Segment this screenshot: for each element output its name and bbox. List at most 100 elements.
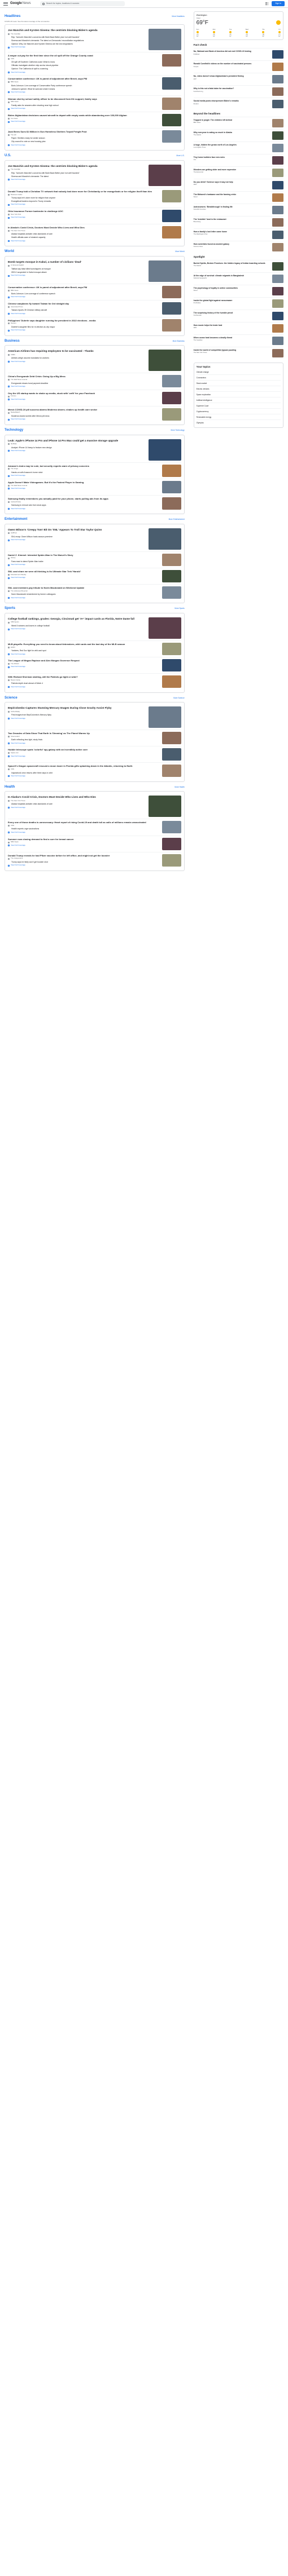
- source-name[interactable]: The New York Times: [11, 799, 25, 802]
- story-thumbnail[interactable]: [162, 54, 181, 67]
- logo[interactable]: GoogleNews: [10, 2, 31, 6]
- story-thumbnail[interactable]: [162, 391, 181, 404]
- story-headline[interactable]: In Alaska's Covid Crisis, Doctors Must D…: [8, 796, 145, 799]
- sidebar-thumbnail[interactable]: [272, 230, 283, 239]
- menu-icon[interactable]: [3, 2, 8, 6]
- source-name[interactable]: Variety: [11, 556, 16, 559]
- more-link[interactable]: More Technology: [171, 429, 184, 431]
- source-name[interactable]: The Wall Street Journal: [11, 378, 27, 381]
- sidebar-story[interactable]: The 'invisible' fund in the restaurant Bl…: [193, 215, 283, 228]
- story-headline[interactable]: Chinese warplanes fly toward Taiwan for …: [8, 302, 159, 305]
- related-story[interactable]: Sinema and Manchin's demands: The latest: [11, 175, 145, 178]
- full-coverage-link[interactable]: View Full Coverage: [8, 398, 159, 401]
- sidebar-story[interactable]: At the edge of survival: climate migrant…: [193, 272, 283, 285]
- full-coverage-link[interactable]: View Full Coverage: [8, 385, 159, 388]
- full-coverage-link[interactable]: View Full Coverage: [8, 628, 145, 630]
- story-thumbnail[interactable]: [162, 189, 181, 202]
- section-title[interactable]: World: [5, 250, 14, 254]
- sidebar-story[interactable]: The psychology of loyalty in online comm…: [193, 284, 283, 297]
- sidebar-thumbnail[interactable]: [272, 193, 283, 202]
- topic-item[interactable]: Olympics: [196, 419, 281, 425]
- source-name[interactable]: The Wall Street Journal: [11, 484, 27, 487]
- story[interactable]: Samsung finally remembers you actually p…: [8, 494, 181, 511]
- story-headline[interactable]: Hubble telescope spots 'colorful' spy ga…: [8, 748, 159, 751]
- story-thumbnail[interactable]: [162, 732, 181, 745]
- story-thumbnail[interactable]: [162, 821, 181, 834]
- story-thumbnail[interactable]: [162, 114, 181, 127]
- section-title[interactable]: Technology: [5, 428, 23, 433]
- source-name[interactable]: 9to5Mac: [11, 443, 17, 445]
- related-story[interactable]: Opinion: Why Joe Manchin and Kyrsten Sin…: [11, 43, 145, 45]
- story-headline[interactable]: Joe Manchin and Kyrsten Sinema: the cent…: [8, 29, 145, 32]
- search-input[interactable]: Search for topics, locations & sources: [40, 1, 125, 6]
- related-story[interactable]: Week 5 winners and losers in college foo…: [11, 625, 145, 627]
- sidebar-story[interactable]: Ronald Comfield's videos on the number o…: [193, 60, 283, 73]
- topic-item[interactable]: Artificial intelligence: [196, 397, 281, 403]
- related-story[interactable]: Analyst: iPhone 14 lineup to feature new…: [11, 447, 145, 449]
- full-coverage-link[interactable]: View Full Coverage: [8, 204, 159, 206]
- source-name[interactable]: MarketWatch: [11, 411, 20, 413]
- full-coverage-link[interactable]: View Full Coverage: [8, 666, 159, 668]
- sidebar-story-headline[interactable]: Inside the world of competitive jigsaw p…: [194, 349, 270, 351]
- sidebar-story-headline[interactable]: Tiny home builders face new rules: [194, 156, 270, 158]
- story[interactable]: Woman shot by school safety officer to b…: [8, 95, 181, 112]
- story-headline[interactable]: In Alaska's Covid Crisis, Doctors Must D…: [8, 226, 159, 229]
- sidebar-story-headline[interactable]: At the edge of survival: climate migrant…: [194, 275, 270, 277]
- sidebar-story[interactable]: A huge, hidden fire grows north of Los A…: [193, 141, 283, 154]
- story[interactable]: SNL cast members pay tribute to Norm Mac…: [8, 584, 181, 600]
- section-title[interactable]: Sports: [5, 607, 15, 611]
- story[interactable]: A mayor cut pay for the first time since…: [8, 52, 181, 75]
- source-name[interactable]: CNBC: [11, 354, 15, 356]
- full-coverage-link[interactable]: View Full Coverage: [8, 831, 159, 834]
- source-name[interactable]: Boston Globe: [11, 679, 20, 681]
- source-name[interactable]: The Hollywood Reporter: [11, 590, 28, 592]
- story[interactable]: Jack Brees Sues $1 Million in Gun Homele…: [8, 128, 181, 148]
- source-name[interactable]: New York Post: [11, 213, 21, 215]
- source-name[interactable]: CNN: [11, 824, 14, 827]
- sidebar-story-headline[interactable]: The 'invisible' fund in the restaurant: [194, 218, 270, 220]
- source-name[interactable]: Fox News: [11, 117, 18, 120]
- story-headline[interactable]: Biden Afghanistan decisions caused aircr…: [8, 114, 159, 117]
- full-coverage-link[interactable]: View Full Coverage: [8, 178, 145, 181]
- story[interactable]: American Airlines has requiring employee…: [8, 348, 181, 373]
- story[interactable]: Hubble telescope spots 'colorful' spy ga…: [8, 746, 181, 762]
- sidebar-story[interactable]: How a family's lost letter came home The …: [193, 228, 283, 241]
- story-thumbnail[interactable]: [162, 464, 181, 477]
- story-headline[interactable]: SNL cast share we were all thinking is I…: [8, 570, 159, 573]
- full-coverage-link[interactable]: View Full Coverage: [8, 108, 159, 110]
- full-coverage-link[interactable]: View Full Coverage: [8, 216, 159, 219]
- source-name[interactable]: Android Police: [11, 501, 21, 503]
- weather-widget[interactable]: Washington Clear 69°F Sun 74° 60° Mon 75° 62°…: [193, 11, 283, 41]
- topic-item[interactable]: Electric vehicles: [196, 386, 281, 391]
- source-name[interactable]: CNN: [11, 768, 14, 770]
- full-coverage-link[interactable]: View Full Coverage: [8, 806, 145, 809]
- sign-in-button[interactable]: Sign in: [272, 1, 285, 6]
- sidebar-thumbnail[interactable]: [272, 87, 283, 96]
- full-coverage-link[interactable]: View Full Coverage: [8, 686, 159, 688]
- full-coverage-link[interactable]: View Full Coverage: [8, 312, 159, 315]
- sidebar-thumbnail[interactable]: [272, 205, 283, 214]
- more-link[interactable]: More Sports: [174, 607, 184, 609]
- source-name[interactable]: CNN: [11, 58, 14, 60]
- topic-item[interactable]: Coronavirus: [196, 374, 281, 380]
- source-name[interactable]: Associated Press: [11, 306, 23, 308]
- story-headline[interactable]: Apple Doesn't Make Videogames. But It's …: [8, 481, 159, 484]
- related-story[interactable]: Johnson's speech: What he said and what …: [11, 88, 159, 90]
- more-link[interactable]: More Health: [174, 786, 184, 788]
- sidebar-story-headline[interactable]: Why is this not a fatal claim for vaccin…: [194, 87, 270, 90]
- source-name[interactable]: Entertainment Weekly: [11, 573, 26, 576]
- related-story[interactable]: City council to vote on new housing plan: [11, 140, 159, 143]
- sidebar-story[interactable]: Social media posts misrepresent Biden's …: [193, 98, 283, 110]
- story-headline[interactable]: Philippines' Duterte says daughter runni…: [8, 319, 159, 322]
- related-story[interactable]: Hands-on with Amazon's home robot: [11, 471, 159, 474]
- source-name[interactable]: Reuters: [11, 322, 16, 324]
- full-coverage-link[interactable]: View Full Coverage: [8, 46, 145, 48]
- story-headline[interactable]: China's Evergrande Debt Crisis: Doing Up…: [8, 375, 159, 378]
- story[interactable]: Owen Wilson's 'Creepy Tom' Bit On 'SNL' …: [8, 527, 181, 551]
- sidebar-story-headline[interactable]: When ocean heat becomes a deadly threat: [194, 337, 270, 339]
- related-story[interactable]: Fans react to latest Spider-Man trailer: [11, 560, 159, 563]
- story-thumbnail[interactable]: [162, 375, 181, 388]
- sidebar-thumbnail[interactable]: [272, 218, 283, 227]
- story-thumbnail[interactable]: [148, 164, 181, 186]
- story-thumbnail[interactable]: [148, 706, 181, 728]
